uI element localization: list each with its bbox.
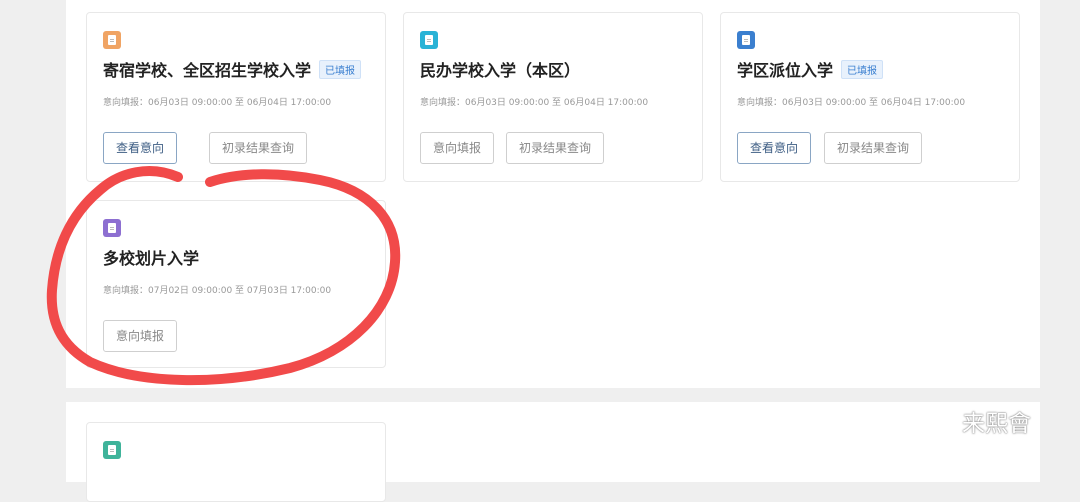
document-icon	[420, 31, 438, 49]
document-icon	[103, 219, 121, 237]
view-intention-button[interactable]: 查看意向	[737, 132, 812, 164]
card-title: 寄宿学校、全区招生学校入学 已填报	[103, 57, 362, 81]
document-icon	[103, 31, 121, 49]
fill-intention-button[interactable]: 意向填报	[420, 132, 495, 164]
time-range: 意向填报：06月03日 09:00:00 至 06月04日 17:00:00	[420, 98, 649, 108]
status-badge: 已填报	[841, 59, 884, 79]
card-panel: 寄宿学校、全区招生学校入学 已填报 意向填报：06月03日 09:00:00 至…	[66, 0, 1040, 388]
result-query-button[interactable]: 初录结果查询	[506, 132, 605, 164]
wechat-icon	[918, 406, 958, 436]
watermark-text: 来熙會	[962, 411, 1031, 437]
view-intention-button[interactable]: 查看意向	[103, 132, 178, 164]
enrollment-card-partial	[86, 422, 386, 502]
result-query-button[interactable]: 初录结果查询	[209, 132, 308, 164]
card-title: 民办学校入学（本区）	[420, 61, 581, 80]
watermark: 来熙會	[918, 404, 1031, 438]
result-query-button[interactable]: 初录结果查询	[824, 132, 923, 164]
card-title: 学区派位入学 已填报	[737, 57, 884, 81]
time-range: 意向填报：06月03日 09:00:00 至 06月04日 17:00:00	[737, 98, 966, 108]
enrollment-card-district: 学区派位入学 已填报 意向填报：06月03日 09:00:00 至 06月04日…	[720, 12, 1020, 182]
enrollment-card-private: 民办学校入学（本区） 意向填报：06月03日 09:00:00 至 06月04日…	[403, 12, 703, 182]
status-badge: 已填报	[319, 59, 362, 79]
card-title: 多校划片入学	[103, 249, 200, 268]
card-panel-lower	[66, 402, 1040, 502]
enrollment-card-boarding: 寄宿学校、全区招生学校入学 已填报 意向填报：06月03日 09:00:00 至…	[86, 12, 386, 182]
enrollment-card-multi-school: 多校划片入学 意向填报：07月02日 09:00:00 至 07月03日 17:…	[86, 200, 386, 368]
time-range: 意向填报：06月03日 09:00:00 至 06月04日 17:00:00	[103, 98, 332, 108]
document-icon	[737, 31, 755, 49]
fill-intention-button[interactable]: 意向填报	[103, 320, 178, 352]
time-range: 意向填报：07月02日 09:00:00 至 07月03日 17:00:00	[103, 286, 332, 296]
document-icon	[103, 441, 121, 459]
